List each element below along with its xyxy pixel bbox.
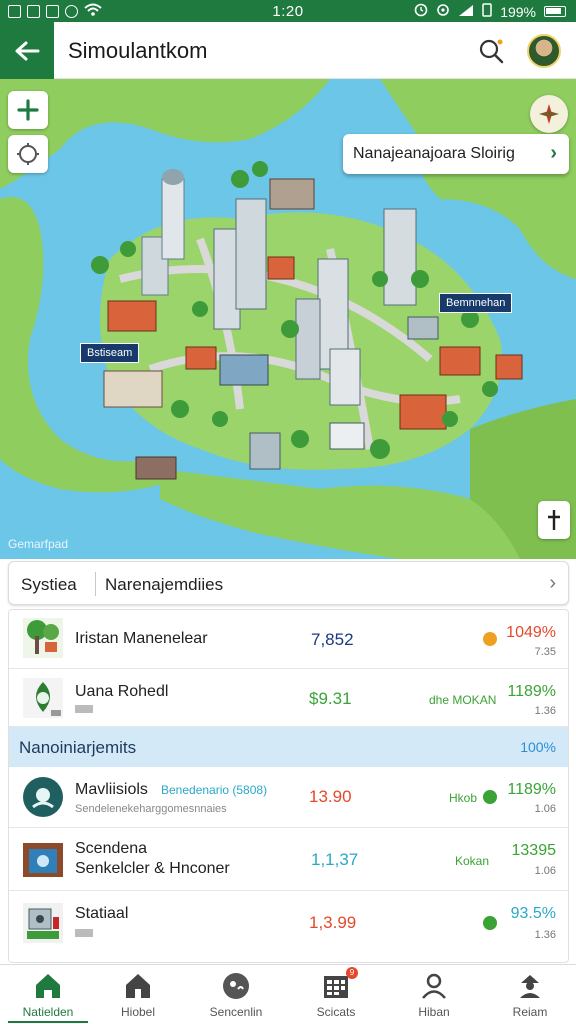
nav-label: Hiban <box>418 1005 450 1019</box>
item-tag: Kokan <box>455 854 490 868</box>
item-name-tag: Benedenario (5808) <box>161 783 268 797</box>
recenter-button[interactable] <box>8 135 48 173</box>
sim-icon <box>482 3 492 20</box>
signal-icon <box>458 4 474 20</box>
item-subtitle: Sendelenekeharggomesnnaies <box>75 803 227 815</box>
leaf-icon <box>23 678 63 718</box>
selector-label: Systiea <box>21 575 77 594</box>
item-percent: 1189% <box>507 683 556 700</box>
list-item[interactable]: Iristan Manenelear 7,852 1049% 7.35 <box>9 610 568 669</box>
item-percent-sub: 1.36 <box>534 705 556 717</box>
tree-house-icon <box>23 618 63 658</box>
map-corner-label: Gemarfpad <box>8 537 69 551</box>
item-value: 1,1,37 <box>311 850 359 869</box>
badge-icon <box>23 777 63 817</box>
list-item[interactable]: Uana Rohedl $9.31 dhe MOKAN 1189% 1.36 <box>9 669 568 727</box>
back-button[interactable] <box>0 22 54 79</box>
section-header[interactable]: Nanoiniarjemits 100% <box>9 727 568 767</box>
nav-item-home[interactable]: Natielden <box>0 965 96 1024</box>
list-item[interactable]: Scendena Senkelcler & Hnconer 1,1,37 Kok… <box>9 828 568 891</box>
nav-label: Reiam <box>512 1005 548 1019</box>
item-value: $9.31 <box>309 689 352 708</box>
nav-label: Hiobel <box>120 1005 156 1019</box>
battery-icon <box>544 6 566 17</box>
item-name: Statiaal <box>75 905 129 922</box>
app-bar: Simoulantkom <box>0 22 576 79</box>
map-label-left[interactable]: Bstiseam <box>80 343 140 363</box>
chat-icon <box>223 973 249 999</box>
notification-badge: 9 <box>346 967 358 979</box>
section-value: 100% <box>520 739 556 755</box>
list-item[interactable]: Statiaal 1,3.99 93.5% 1.36 <box>9 891 568 962</box>
back-arrow-icon <box>15 41 40 60</box>
compass-icon <box>539 104 559 124</box>
item-meta-badge <box>75 929 93 937</box>
list-item[interactable]: Mavliisiols Benedenario (5808) Sendelene… <box>9 767 568 828</box>
nav-item-grid[interactable]: 9 Scicats <box>288 965 384 1024</box>
profile-icon <box>520 975 540 998</box>
sync-icon <box>436 3 450 20</box>
system-selector[interactable]: Systiea Narenajemdiies › <box>8 561 569 605</box>
storefront-icon <box>23 843 63 877</box>
item-name: Scendena <box>75 840 148 857</box>
selector-value: Narenajemdiies <box>105 575 224 594</box>
bottom-nav: Natielden Hiobel Sencenlin 9 Scicats Hib… <box>0 964 576 1024</box>
nav-item-person[interactable]: Hiban <box>386 965 482 1024</box>
chevron-right-icon: › <box>549 572 556 594</box>
status-dot <box>483 916 497 930</box>
callout-label: Nanajeanajoara Sloirig <box>353 145 515 162</box>
item-tag: Hkob <box>449 791 478 805</box>
item-percent: 1049% <box>506 624 556 641</box>
nav-label: Sencenlin <box>209 1005 263 1019</box>
pin-icon <box>548 510 560 530</box>
item-meta-badge <box>75 705 93 713</box>
battery-percent: 199% <box>500 3 536 20</box>
item-percent-sub: 1.06 <box>534 865 556 877</box>
item-name-secondary: Senkelcler & Hnconer <box>75 860 230 877</box>
compass-button[interactable] <box>530 95 568 133</box>
house-icon <box>126 974 150 998</box>
status-bar: 1:20 199% <box>0 0 576 22</box>
avatar[interactable] <box>527 34 561 68</box>
item-value: 1,3.99 <box>309 913 357 932</box>
divider <box>95 572 96 596</box>
item-tag: dhe MOKAN <box>429 693 497 707</box>
map-label-right[interactable]: Bemnnehan <box>439 293 513 313</box>
section-title: Nanoiniarjemits <box>19 738 137 757</box>
item-percent: 93.5% <box>510 905 556 922</box>
item-percent-sub: 7.35 <box>534 646 556 658</box>
status-dot <box>483 790 497 804</box>
chevron-right-icon: › <box>550 142 557 164</box>
item-value: 13.90 <box>309 787 352 806</box>
search-button[interactable] <box>476 36 506 66</box>
item-percent-sub: 1.36 <box>534 929 556 941</box>
add-button[interactable] <box>8 91 48 129</box>
home-icon <box>36 974 60 998</box>
search-icon <box>479 39 504 64</box>
page-title: Simoulantkom <box>68 38 208 63</box>
nav-label: Natielden <box>22 1005 74 1019</box>
target-icon <box>17 143 39 165</box>
city-map[interactable]: Nanajeanajoara Sloirig › Bemnnehan Bstis… <box>0 79 576 559</box>
map-callout[interactable]: Nanajeanajoara Sloirig › <box>343 134 569 174</box>
plus-icon <box>17 99 39 121</box>
alarm-icon <box>414 3 428 20</box>
status-dot <box>483 632 497 646</box>
item-percent: 13395 <box>511 842 557 859</box>
item-name: Iristan Manenelear <box>75 630 208 647</box>
item-value: 7,852 <box>311 630 354 649</box>
locate-button[interactable] <box>538 501 570 539</box>
nav-label: Scicats <box>316 1005 356 1019</box>
person-icon <box>422 973 446 999</box>
nav-item-house[interactable]: Hiobel <box>90 965 186 1024</box>
nav-item-chat[interactable]: Sencenlin <box>188 965 284 1024</box>
item-percent-sub: 1.06 <box>534 803 556 815</box>
status-right: 199% <box>414 3 566 20</box>
item-percent: 1189% <box>507 781 556 798</box>
item-list: Iristan Manenelear 7,852 1049% 7.35 Uana… <box>8 609 569 963</box>
nav-item-profile[interactable]: Reiam <box>482 965 576 1024</box>
item-name: Mavliisiols <box>75 781 148 798</box>
machine-icon <box>23 903 63 943</box>
item-name: Uana Rohedl <box>75 683 169 700</box>
